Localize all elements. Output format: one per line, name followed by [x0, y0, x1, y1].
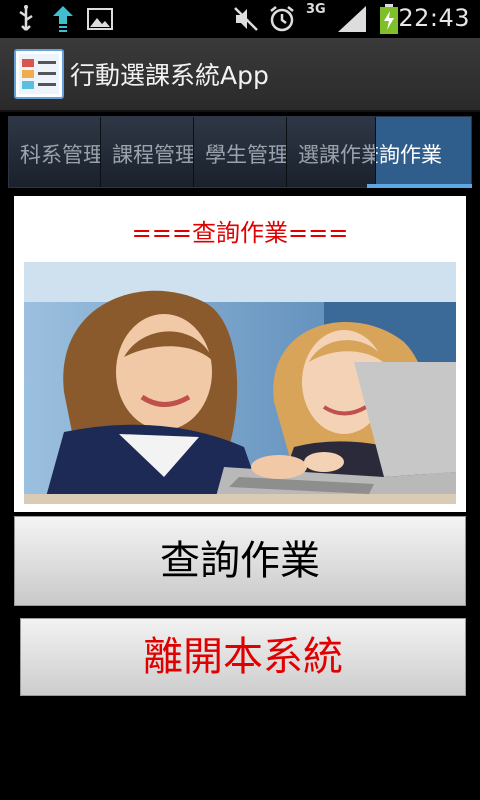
- tab-indicator: [367, 184, 472, 188]
- tab-course[interactable]: 課程管理: [101, 117, 194, 187]
- section-title: ===查詢作業===: [131, 219, 349, 247]
- students-laptop-photo: [24, 262, 456, 504]
- tab-department[interactable]: 科系管理: [9, 117, 101, 187]
- tab-enrollment[interactable]: 選課作業: [287, 117, 376, 187]
- battery-charging-icon: [380, 4, 398, 34]
- tab-label: 學生管理: [205, 143, 287, 167]
- download-icon: [53, 6, 73, 32]
- mute-icon: [234, 7, 258, 31]
- gallery-icon: [87, 8, 113, 30]
- status-bar: 3G 22:43: [0, 0, 480, 38]
- signal-icon: [338, 6, 366, 32]
- tab-label: 選課作業: [298, 143, 376, 167]
- exit-system-button[interactable]: 離開本系統: [20, 618, 466, 696]
- network-type: 3G: [306, 2, 326, 17]
- alarm-icon: [270, 6, 294, 32]
- app-form-icon: [14, 49, 64, 99]
- usb-icon: [19, 5, 33, 31]
- tab-label: 課程管理: [112, 143, 194, 167]
- tab-label: 科系管理: [20, 143, 101, 167]
- content-panel: ===查詢作業===: [14, 196, 466, 512]
- tab-query[interactable]: 查詢作業: [376, 117, 471, 187]
- action-bar: 行動選課系統App: [0, 38, 480, 112]
- tab-strip: 科系管理 課程管理 學生管理 選課作業 查詢作業: [8, 116, 472, 188]
- tab-label: 查詢作業: [376, 143, 442, 167]
- tab-student[interactable]: 學生管理: [194, 117, 287, 187]
- app-title: 行動選課系統App: [70, 61, 269, 90]
- query-button[interactable]: 查詢作業: [14, 516, 466, 606]
- clock: 22:43: [398, 4, 470, 32]
